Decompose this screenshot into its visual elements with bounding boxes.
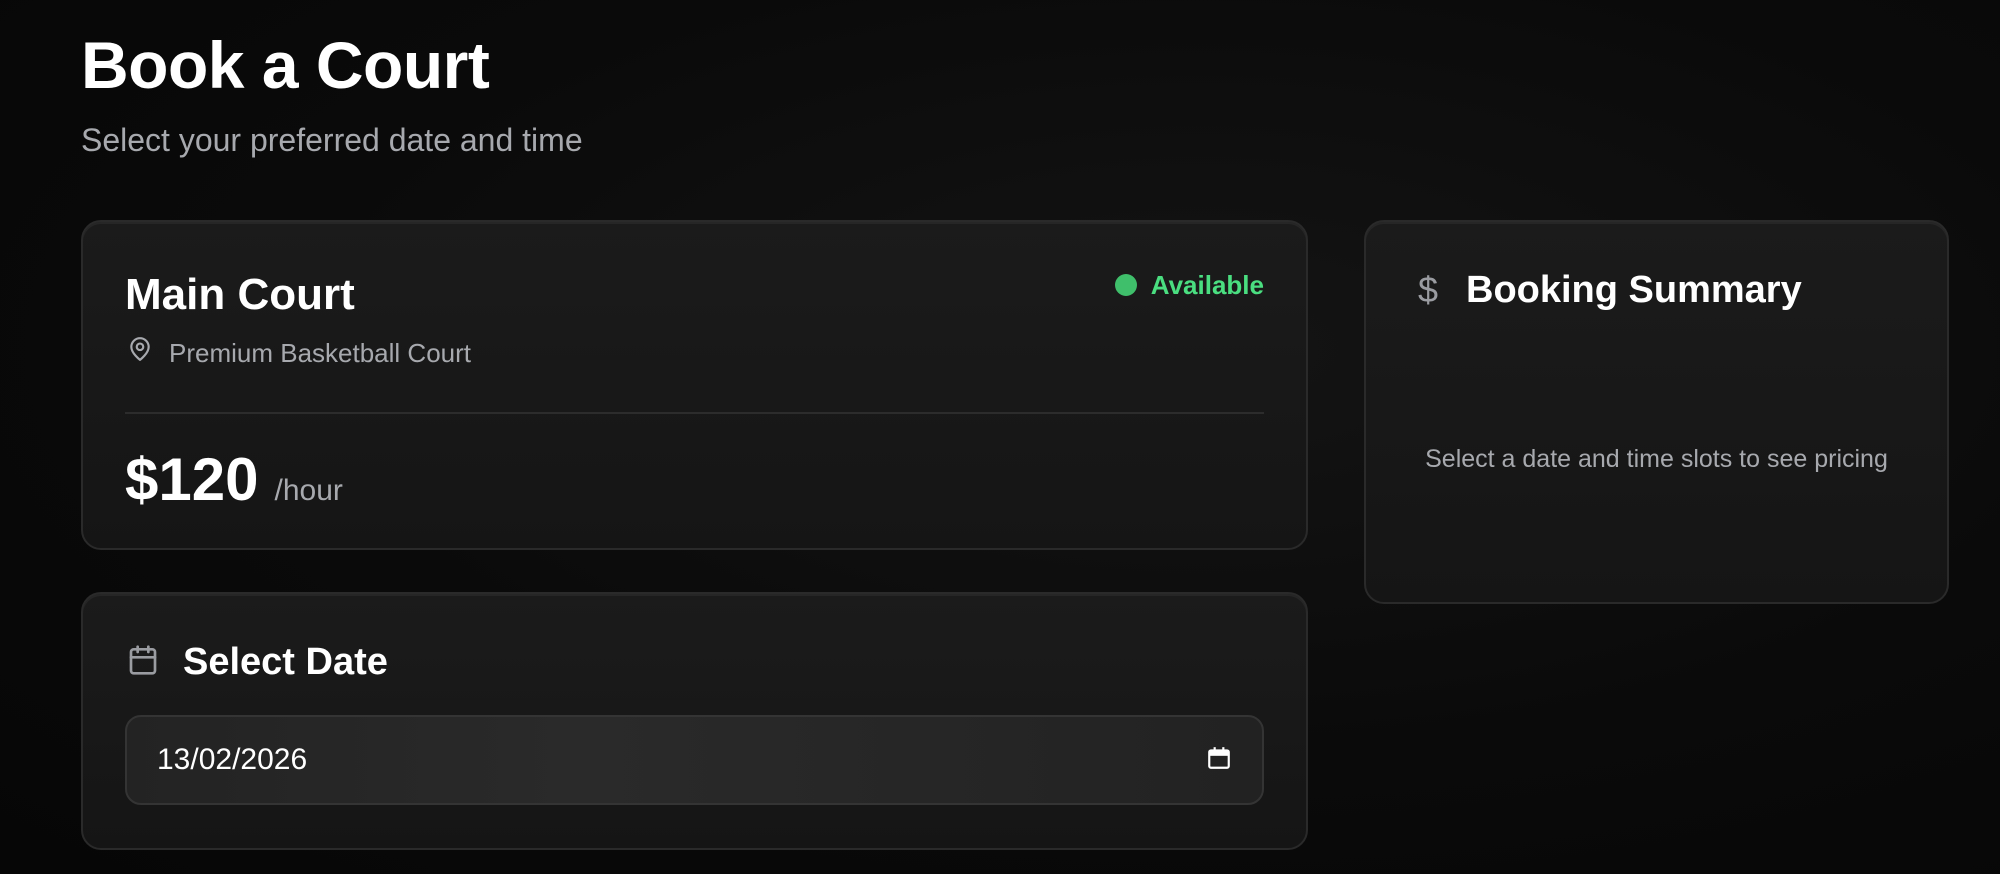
court-location-label: Premium Basketball Court xyxy=(169,338,471,368)
dollar-sign-icon: $ xyxy=(1417,269,1439,310)
calendar-picker-icon[interactable] xyxy=(1206,744,1232,777)
price-value: $120 xyxy=(125,446,259,513)
summary-empty-message: Select a date and time slots to see pric… xyxy=(1425,445,1888,473)
map-pin-icon xyxy=(127,336,153,370)
availability-status: Available xyxy=(1114,268,1264,302)
status-dot-icon xyxy=(1114,274,1137,296)
booking-summary-header: $ Booking Summary xyxy=(1414,266,1802,314)
price-row: $120 /hour xyxy=(125,442,343,518)
status-label: Available xyxy=(1150,270,1264,300)
court-name: Main Court xyxy=(125,270,355,319)
page-title: Book a Court xyxy=(81,28,490,102)
calendar-icon xyxy=(127,643,159,682)
booking-summary-card: $ Booking Summary Select a date and time… xyxy=(1364,220,1949,604)
divider xyxy=(125,412,1264,414)
booking-summary-title: Booking Summary xyxy=(1466,269,1802,311)
booking-page: Book a Court Select your preferred date … xyxy=(0,0,2000,874)
court-location: Premium Basketball Court xyxy=(127,336,471,370)
select-date-header: Select Date xyxy=(127,638,388,686)
date-input-value[interactable]: 13/02/2026 xyxy=(157,743,307,777)
select-date-title: Select Date xyxy=(183,641,388,683)
price-unit: /hour xyxy=(274,474,343,507)
page-subtitle: Select your preferred date and time xyxy=(81,122,583,158)
date-input[interactable]: 13/02/2026 xyxy=(125,715,1264,805)
court-info-card: Main Court Available Premium Basketball … xyxy=(81,220,1308,550)
select-date-card: Select Date 13/02/2026 xyxy=(81,592,1308,850)
